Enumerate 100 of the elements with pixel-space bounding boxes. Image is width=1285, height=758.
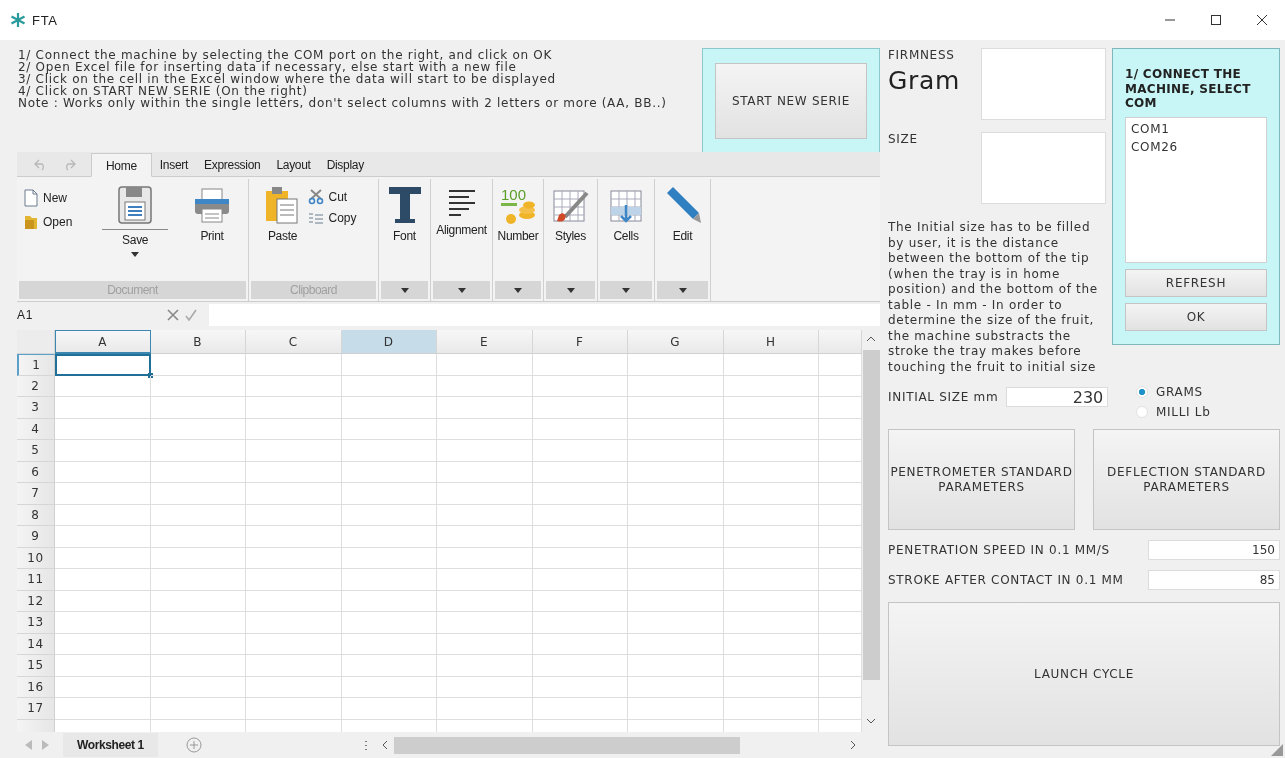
setting-label: PENETRATION SPEED IN 0.1 MM/S	[888, 543, 1110, 557]
sheet-tab[interactable]: Worksheet 1	[63, 733, 158, 757]
setting-field[interactable]: 85	[1148, 570, 1280, 590]
ribbon-button[interactable]: Font	[385, 183, 424, 281]
splitter-icon[interactable]	[363, 740, 368, 750]
ribbon-button[interactable]: Save	[100, 183, 171, 281]
previous-sheet-icon[interactable]	[25, 740, 33, 750]
launch-cycle-button[interactable]: LAUNCH CYCLE	[888, 602, 1280, 746]
printer-icon	[192, 185, 232, 225]
column-header[interactable]: E	[437, 330, 533, 354]
clipboard-icon	[264, 185, 301, 225]
add-sheet-icon[interactable]	[185, 737, 202, 753]
setting-label: STROKE AFTER CONTACT IN 0.1 MM	[888, 573, 1124, 587]
corner-cell	[17, 330, 55, 354]
initial-size-field[interactable]: 230	[1006, 387, 1109, 407]
scrollbar-thumb[interactable]	[862, 350, 880, 680]
radio-button[interactable]	[1136, 406, 1148, 418]
parameters-button[interactable]: PENETROMETER STANDARD PARAMETERS	[888, 429, 1075, 530]
radio-label: GRAMS	[1156, 385, 1203, 399]
firmness-field[interactable]	[981, 48, 1106, 120]
caret-icon[interactable]	[678, 287, 687, 293]
start-new-serie-button[interactable]: START NEW SERIE	[715, 62, 867, 139]
ribbon-button[interactable]: Open	[21, 213, 75, 231]
ribbon-button[interactable]: 100 Number	[497, 183, 539, 281]
list-item[interactable]: COM1	[1131, 119, 1261, 138]
row-header[interactable]: 13	[17, 612, 55, 634]
row-header[interactable]: 14	[17, 633, 55, 655]
ribbon-tab[interactable]: Expression	[196, 154, 269, 176]
instruction-text: 4/ Click on START NEW SERIE (On the right)	[18, 85, 309, 97]
ribbon-tab[interactable]: Layout	[268, 154, 319, 176]
row-header[interactable]: 10	[17, 547, 55, 569]
check-icon[interactable]	[185, 309, 197, 321]
unit-label: Gram	[888, 66, 961, 95]
row-header[interactable]: 9	[17, 526, 55, 548]
column-header[interactable]: F	[532, 330, 628, 354]
letter-t-icon	[387, 185, 422, 225]
connect-button[interactable]: OK	[1125, 302, 1267, 331]
connect-button[interactable]: REFRESH	[1125, 268, 1267, 297]
row-header[interactable]: 15	[17, 655, 55, 677]
row-header[interactable]: 2	[17, 375, 55, 397]
column-header[interactable]: C	[246, 330, 342, 354]
row-header[interactable]: 16	[17, 676, 55, 698]
ribbon-tab[interactable]: Insert	[151, 154, 197, 176]
caret-icon[interactable]	[457, 287, 466, 293]
size-field[interactable]	[981, 132, 1106, 204]
ribbon-button[interactable]: Paste	[262, 183, 303, 281]
row-header[interactable]: 17	[17, 698, 55, 720]
instruction-text: 2/ Open Excel file for inserting data if necessary, else start with a new file	[18, 61, 517, 73]
row-header[interactable]: 3	[17, 397, 55, 419]
scroll-down-icon	[866, 718, 876, 724]
caret-icon[interactable]	[514, 287, 522, 293]
scissors-icon	[308, 189, 325, 205]
fill-handle[interactable]	[147, 372, 153, 378]
column-header[interactable]: G	[628, 330, 724, 354]
row-header[interactable]: 11	[17, 569, 55, 591]
cell-reference: A1	[17, 308, 35, 322]
ribbon-button[interactable]: Cut	[306, 189, 359, 205]
ribbon-button[interactable]: New	[21, 189, 75, 207]
com-port-list[interactable]: COM1 COM26	[1125, 116, 1267, 263]
ribbon-button[interactable]: Styles	[548, 183, 593, 281]
folder-icon	[23, 213, 39, 231]
list-item[interactable]: COM26	[1131, 137, 1261, 156]
ribbon-tab[interactable]: Home	[91, 153, 152, 177]
ribbon-button[interactable]: Print	[190, 183, 234, 281]
row-header[interactable]: 5	[17, 440, 55, 462]
next-sheet-icon[interactable]	[41, 740, 49, 750]
ribbon-button[interactable]: Edit	[660, 183, 705, 281]
scrollbar-thumb[interactable]	[393, 736, 740, 754]
row-header[interactable]: 8	[17, 504, 55, 526]
row-header[interactable]: 4	[17, 418, 55, 440]
column-header[interactable]: A	[55, 330, 151, 354]
radio-button[interactable]	[1136, 386, 1148, 398]
ribbon-button[interactable]: Cells	[606, 183, 646, 281]
row-header[interactable]: 6	[17, 461, 55, 483]
column-header[interactable]	[819, 330, 862, 354]
app-star-icon	[10, 12, 26, 28]
ribbon-tab[interactable]: Display	[318, 154, 372, 176]
connect-title: 1/ CONNECT THE MACHINE, SELECT COM	[1125, 67, 1252, 111]
resize-grip-icon[interactable]	[1271, 744, 1283, 756]
table-cell[interactable]	[55, 354, 151, 376]
instruction-text: Note : Works only within the single letters, don't select columns with 2 letters or more (AA, BB..)	[18, 97, 668, 109]
caret-icon[interactable]	[400, 287, 409, 293]
column-header[interactable]: D	[341, 330, 437, 354]
row-header[interactable]: 12	[17, 590, 55, 612]
row-header[interactable]: 1	[17, 354, 55, 376]
cancel-icon[interactable]	[167, 309, 179, 321]
caret-icon[interactable]	[566, 287, 575, 293]
ribbon-button[interactable]: Alignment	[435, 183, 488, 281]
scroll-right-icon	[850, 740, 856, 750]
column-header[interactable]: H	[723, 330, 819, 354]
firmness-label: FIRMNESS	[888, 48, 956, 62]
caret-icon	[131, 252, 140, 257]
caret-icon[interactable]	[622, 287, 630, 293]
setting-field[interactable]: 150	[1148, 540, 1280, 560]
row-header[interactable]: 7	[17, 483, 55, 505]
column-header[interactable]: B	[150, 330, 246, 354]
radio-label: MILLI Lb	[1156, 405, 1211, 419]
ribbon-button[interactable]: Copy	[306, 211, 359, 225]
parameters-button[interactable]: DEFLECTION STANDARD PARAMETERS	[1093, 429, 1280, 530]
scroll-up-icon	[866, 336, 876, 342]
